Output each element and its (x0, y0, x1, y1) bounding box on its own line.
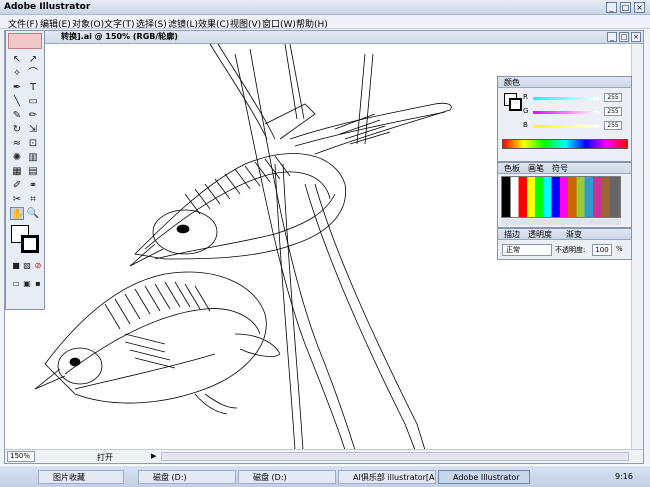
taskbar-clock: 9:16 (615, 472, 633, 481)
rectangle-tool-icon[interactable]: ▭ (26, 95, 40, 108)
gradient-tool-icon[interactable]: ▤ (26, 165, 40, 178)
tab-stroke[interactable]: 描边 (504, 229, 520, 240)
vertical-scrollbar[interactable] (631, 44, 643, 450)
maximize-button[interactable]: □ (620, 2, 631, 13)
doc-maximize-button[interactable]: □ (619, 32, 629, 42)
minimize-button[interactable]: _ (606, 2, 617, 13)
status-text: 打开 (97, 453, 113, 462)
color-stroke-swatch[interactable] (509, 98, 522, 111)
tab-transparency[interactable]: 透明度 (528, 229, 552, 240)
task-pictures[interactable]: 图片收藏 (38, 470, 124, 484)
warp-tool-icon[interactable]: ≈ (10, 137, 24, 150)
doc-close-button[interactable]: × (631, 32, 641, 42)
toolbox: ↖ ↗ ✧ ⌒ ✒ T ╲ ▭ ✎ ✏ ↻ ⇲ ≈ ⊡ ✺ ▥ ▦ ▤ ✐ ⚭ … (5, 30, 45, 310)
slider-g-value[interactable]: 255 (604, 107, 622, 116)
task-browser[interactable]: AI俱乐部 illustrator[A... (338, 470, 436, 484)
swatch-grid[interactable] (501, 176, 621, 218)
close-button[interactable]: × (634, 2, 645, 13)
blend-mode-select[interactable]: 正常 (502, 244, 552, 256)
slider-r[interactable]: R 255 (523, 93, 628, 103)
scale-tool-icon[interactable]: ⇲ (26, 123, 40, 136)
type-tool-icon[interactable]: T (26, 81, 40, 94)
tab-color[interactable]: 颜色 (504, 77, 520, 88)
slider-b-value[interactable]: 255 (604, 121, 622, 130)
selection-tool-icon[interactable]: ↖ (10, 53, 24, 66)
window-titlebar: Adobe Illustrator _ □ × (0, 0, 650, 15)
lasso-icon[interactable]: ⌒ (26, 67, 40, 80)
eyedropper-icon[interactable]: ✐ (10, 179, 24, 192)
free-transform-icon[interactable]: ⊡ (26, 137, 40, 150)
app-title: Adobe Illustrator (4, 2, 91, 12)
slider-g-track[interactable] (533, 111, 599, 114)
brush-tool-icon[interactable]: ✎ (10, 109, 24, 122)
slider-b[interactable]: B 255 (523, 121, 628, 131)
transparency-panel: 描边 透明度 渐变 正常 不透明度: 100 % (497, 228, 632, 260)
tab-brushes[interactable]: 画笔 (528, 163, 544, 174)
symbol-sprayer-icon[interactable]: ✺ (10, 151, 24, 164)
hand-tool-icon[interactable]: ✋ (10, 207, 24, 220)
line-tool-icon[interactable]: ╲ (10, 95, 24, 108)
pencil-tool-icon[interactable]: ✏ (26, 109, 40, 122)
slider-g-label: G (523, 107, 529, 115)
opacity-label: 不透明度: (555, 246, 586, 254)
none-mode-icon[interactable]: ⊘ (31, 259, 45, 272)
illustrator-flower-logo (8, 33, 42, 49)
task-disk-1[interactable]: 磁盘 (D:) (138, 470, 236, 484)
screen-mode-full-icon[interactable]: ▪ (31, 277, 45, 290)
zoom-field[interactable]: 150% (7, 451, 35, 462)
slider-r-track[interactable] (533, 97, 599, 100)
color-panel: 颜色 R 255 G 255 B 255 (497, 76, 632, 162)
task-illustrator[interactable]: Adobe Illustrator (438, 470, 530, 484)
task-disk-2[interactable]: 磁盘 (D:) (238, 470, 336, 484)
slider-b-track[interactable] (533, 125, 599, 128)
direct-selection-tool-icon[interactable]: ↗ (26, 53, 40, 66)
tab-swatches[interactable]: 色板 (504, 163, 520, 174)
zoom-tool-icon[interactable]: 🔍 (26, 207, 40, 220)
magic-wand-icon[interactable]: ✧ (10, 67, 24, 80)
tab-gradient[interactable]: 渐变 (566, 229, 582, 240)
slice-tool-icon[interactable]: ⌗ (26, 193, 40, 206)
mesh-tool-icon[interactable]: ▦ (10, 165, 24, 178)
document-title: 转换].ai @ 150% (RGB/轮廓) (5, 31, 643, 44)
color-spectrum[interactable] (502, 139, 628, 149)
status-row: 150% 打开 ▶ (5, 449, 643, 463)
rotate-tool-icon[interactable]: ↻ (10, 123, 24, 136)
menu-bar: 文件(F) 编辑(E) 对象(O) 文字(T) 选择(S) 滤镜(L) 效果(C… (0, 15, 650, 30)
opacity-percent: % (616, 245, 623, 253)
horizontal-scrollbar[interactable] (161, 452, 629, 461)
pen-tool-icon[interactable]: ✒ (10, 81, 24, 94)
blend-tool-icon[interactable]: ⚭ (26, 179, 40, 192)
swatch-panel-footer (501, 219, 621, 225)
scissors-icon[interactable]: ✂ (10, 193, 24, 206)
slider-b-label: B (523, 121, 528, 129)
taskbar: 图片收藏 磁盘 (D:) 磁盘 (D:) AI俱乐部 illustrator[A… (0, 465, 650, 487)
slider-r-value[interactable]: 255 (604, 93, 622, 102)
opacity-field[interactable]: 100 (592, 244, 612, 256)
stroke-swatch[interactable] (21, 235, 39, 253)
slider-r-label: R (523, 93, 528, 101)
slider-g[interactable]: G 255 (523, 107, 628, 117)
tab-symbols[interactable]: 符号 (552, 163, 568, 174)
status-arrow-icon[interactable]: ▶ (151, 452, 156, 460)
graph-tool-icon[interactable]: ▥ (26, 151, 40, 164)
doc-minimize-button[interactable]: _ (607, 32, 617, 42)
swatches-panel: 色板 画笔 符号 (497, 162, 632, 228)
